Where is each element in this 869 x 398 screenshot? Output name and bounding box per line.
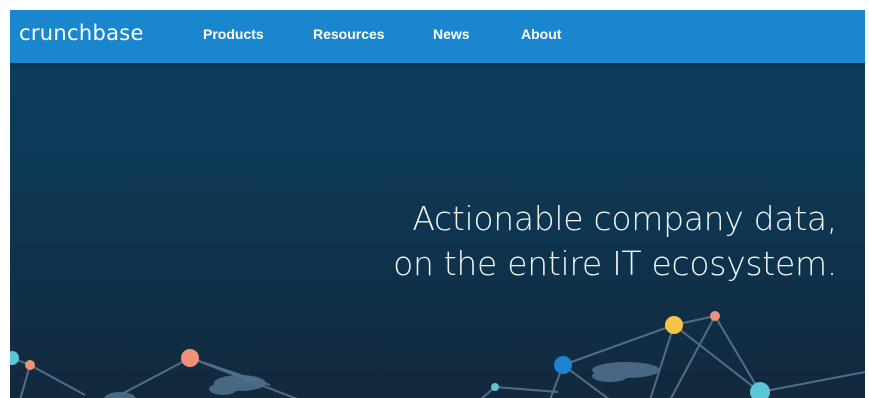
nav-link-products[interactable]: Products	[203, 26, 264, 42]
nav-link-about[interactable]: About	[521, 26, 561, 42]
nav-link-news[interactable]: News	[433, 26, 470, 42]
browser-viewport: crunchbase Products Resources News About…	[10, 10, 865, 398]
network-node-yellow	[665, 316, 683, 334]
network-node-salmon	[710, 311, 720, 321]
network-node-teal	[10, 351, 19, 365]
hero-headline-line-2: on the entire IT ecosystem.	[393, 244, 837, 283]
network-graph-illustration	[10, 311, 865, 398]
network-node-salmon	[25, 360, 35, 370]
network-node-blue	[554, 356, 572, 374]
top-navigation-bar: crunchbase Products Resources News About	[10, 10, 865, 63]
network-node-salmon	[181, 349, 199, 367]
crunchbase-logo[interactable]: crunchbase	[19, 21, 144, 45]
nav-link-resources[interactable]: Resources	[313, 26, 385, 42]
hero-headline: Actionable company data, on the entire I…	[393, 196, 837, 286]
network-node-teal	[491, 383, 499, 391]
network-node-teal	[750, 382, 770, 398]
hero-headline-line-1: Actionable company data,	[412, 199, 837, 238]
